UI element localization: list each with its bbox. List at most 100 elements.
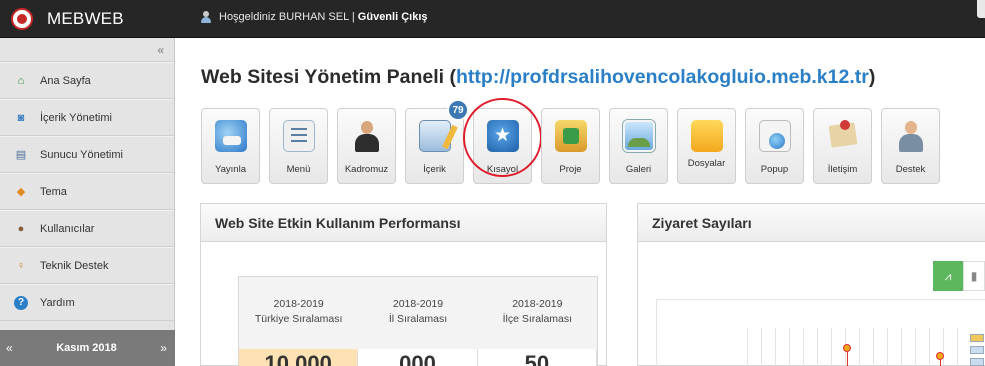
home-icon: ⌂ (17, 74, 25, 87)
chart-gridline (887, 328, 888, 366)
sidebar-item-label: Ana Sayfa (40, 74, 91, 87)
ranking-table: 2018-2019 Türkiye Sıralaması 2018-2019 İ… (238, 276, 598, 366)
tile-label: Menü (286, 164, 311, 175)
sidebar-item-sunucu-yonetimi[interactable]: ▤ Sunucu Yönetimi (0, 136, 174, 173)
meb-logo-icon (11, 8, 33, 30)
chart-legend-swatch (970, 346, 984, 354)
site-url-link[interactable]: http://profdrsalihovencolakogluio.meb.k1… (456, 66, 869, 88)
tile-popup[interactable]: Popup (745, 108, 804, 184)
performance-heading: Web Site Etkin Kullanım Performansı (201, 204, 606, 242)
gallery-icon (622, 120, 655, 152)
tile-label: Dosyalar (687, 158, 726, 169)
page-title: Web Sitesi Yönetim Paneli (http://profdr… (201, 66, 875, 89)
tile-dosyalar[interactable]: Dosyalar (677, 108, 736, 184)
sidebar-item-kullanicilar[interactable]: ● Kullanıcılar (0, 210, 174, 247)
line-chart-icon: ⩘ (944, 268, 952, 283)
theme-icon: ◆ (16, 186, 26, 198)
chart-marker (843, 344, 851, 352)
collapse-sidebar-button[interactable]: « (0, 38, 174, 62)
ranking-label: Türkiye Sıralaması (254, 313, 343, 325)
chart-gridline (957, 328, 958, 366)
brand[interactable]: MEBWEB (0, 0, 175, 38)
tile-label: Proje (559, 164, 582, 175)
ranking-year: 2018-2019 (512, 298, 563, 310)
chart-type-switch: ⩘ ▮ (933, 261, 985, 291)
support-icon: ♀ (16, 259, 26, 272)
folder-icon (690, 120, 723, 152)
performance-panel: Web Site Etkin Kullanım Performansı 2018… (200, 203, 607, 366)
top-bar: MEBWEB Hoşgeldiniz BURHAN SEL | Güvenli … (0, 0, 985, 38)
sidebar-item-teknik-destek[interactable]: ♀ Teknik Destek (0, 247, 174, 284)
chart-gridline (901, 328, 902, 366)
sidebar-item-icerik-yonetimi[interactable]: ◙ İçerik Yönetimi (0, 99, 174, 136)
tile-label: İçerik (423, 164, 446, 175)
chart-legend-swatch (970, 358, 984, 366)
chart-gridline (775, 328, 776, 366)
tile-label: Galeri (625, 164, 652, 175)
logout-link[interactable]: Güvenli Çıkış (358, 11, 428, 23)
month-navigator: « Kasım 2018 » (0, 330, 175, 366)
tile-kadromuz[interactable]: Kadromuz (337, 108, 396, 184)
tile-galeri[interactable]: Galeri (609, 108, 668, 184)
welcome-text: Hoşgeldiniz BURHAN SEL | (219, 11, 355, 23)
staff-icon (351, 120, 383, 152)
page-title-end: ) (868, 66, 876, 88)
chart-gridline (859, 328, 860, 366)
brand-name: MEBWEB (47, 9, 124, 28)
bar-chart-icon: ▮ (970, 269, 978, 283)
project-icon (554, 120, 587, 152)
contact-icon (827, 120, 859, 152)
chart-gridline (943, 328, 944, 366)
month-label: Kasım 2018 (56, 342, 117, 354)
ranking-column-province: 2018-2019 İl Sıralaması (358, 277, 477, 349)
tile-destek[interactable]: Destek (881, 108, 940, 184)
quick-access-toolbar: Yayınla Menü Kadromuz İçerik 79 Kısayol … (201, 98, 949, 184)
sidebar-item-tema[interactable]: ◆ Tema (0, 173, 174, 210)
sidebar-item-label: Sunucu Yönetimi (40, 148, 123, 161)
highlight-circle (463, 98, 542, 177)
tile-menu[interactable]: Menü (269, 108, 328, 184)
sidebar-item-yardim[interactable]: ? Yardım (0, 284, 174, 321)
ranking-value-district: 50 (477, 349, 597, 366)
chart-gridline (747, 328, 748, 366)
line-chart-button[interactable]: ⩘ (933, 261, 963, 291)
bar-chart-button[interactable]: ▮ (963, 261, 985, 291)
sidebar-item-label: Teknik Destek (40, 259, 109, 272)
publish-icon (214, 120, 247, 152)
content-edit-icon (418, 120, 451, 152)
prev-month-button[interactable]: « (6, 341, 13, 355)
sidebar-item-label: İçerik Yönetimi (40, 111, 112, 124)
chart-legend-swatch (970, 334, 984, 342)
ranking-year: 2018-2019 (273, 298, 324, 310)
chart-marker (936, 352, 944, 360)
sidebar-item-ana-sayfa[interactable]: ⌂ Ana Sayfa (0, 62, 174, 99)
corner-button[interactable] (977, 0, 985, 18)
support-person-icon (895, 120, 927, 152)
tile-kisayol[interactable]: Kısayol (463, 98, 542, 184)
menu-icon (282, 120, 315, 152)
sidebar-item-label: Yardım (40, 296, 75, 309)
content-count-badge: 79 (447, 99, 469, 121)
next-month-button[interactable]: » (160, 341, 167, 355)
ranking-year: 2018-2019 (392, 298, 444, 310)
chart-gridline (929, 328, 930, 366)
visits-panel: Ziyaret Sayıları ⩘ ▮ (637, 203, 985, 366)
server-icon: ▤ (15, 149, 27, 161)
ranking-value-province: 000 (358, 349, 478, 366)
ranking-label: İlçe Sıralaması (502, 313, 573, 325)
tile-icerik[interactable]: İçerik 79 (405, 99, 469, 184)
tile-label: Popup (760, 164, 789, 175)
tile-label: Destek (895, 164, 926, 175)
user-icon (201, 11, 211, 23)
welcome-area: Hoşgeldiniz BURHAN SEL | Güvenli Çıkış (201, 11, 428, 23)
tile-iletisim[interactable]: İletişim (813, 108, 872, 184)
tile-label: Kadromuz (344, 164, 389, 175)
users-icon: ● (17, 222, 25, 235)
tile-yayinla[interactable]: Yayınla (201, 108, 260, 184)
sidebar-item-label: Tema (40, 185, 67, 198)
tile-proje[interactable]: Proje (541, 108, 600, 184)
sidebar: « ⌂ Ana Sayfa ◙ İçerik Yönetimi ▤ Sunucu… (0, 38, 175, 366)
ranking-column-district: 2018-2019 İlçe Sıralaması (478, 277, 597, 349)
chart-gridline (803, 328, 804, 366)
chart-gridline (831, 328, 832, 366)
